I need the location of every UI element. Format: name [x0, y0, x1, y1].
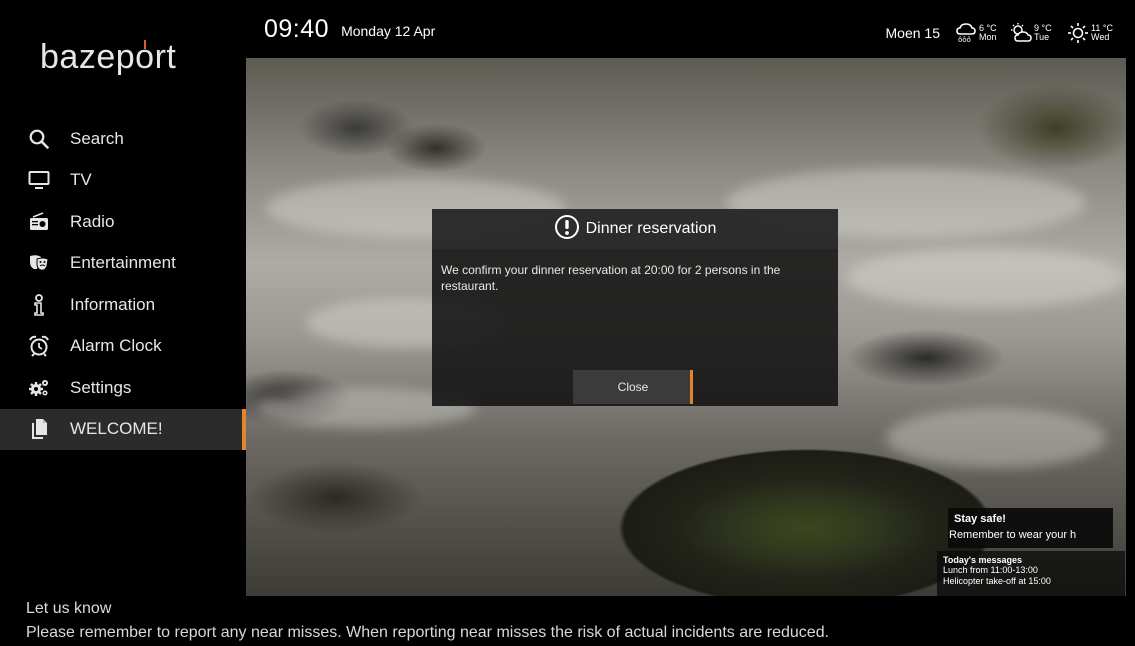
tv-icon	[28, 169, 50, 191]
logo-text-start: bazep	[40, 38, 136, 76]
search-icon	[28, 128, 50, 150]
menu-label: TV	[70, 170, 92, 190]
weather-day: Wed	[1091, 32, 1110, 42]
menu-item-radio[interactable]: Radio	[0, 201, 246, 243]
ticker-title: Let us know	[26, 600, 112, 617]
room-name: Moen 15	[885, 25, 940, 41]
main-menu: Search TV Radio Entertainment Informatio…	[0, 118, 246, 450]
todays-messages-panel: Today's messages Lunch from 11:00-13:00 …	[937, 551, 1125, 596]
cloud-rain-icon: ôôô	[955, 22, 977, 44]
menu-item-settings[interactable]: Settings	[0, 367, 246, 409]
dialog-title: Dinner reservation	[585, 220, 717, 237]
alarm-clock-icon	[28, 335, 50, 357]
reservation-dialog: Dinner reservation We confirm your dinne…	[432, 209, 838, 406]
information-icon	[28, 293, 50, 316]
notice-title: Stay safe!	[954, 513, 1006, 525]
menu-label: WELCOME!	[70, 419, 163, 439]
svg-text:ôôô: ôôô	[958, 36, 971, 44]
menu-item-information[interactable]: Information	[0, 284, 246, 326]
clock-time: 09:40	[264, 14, 330, 43]
logo-text-o: o	[135, 38, 155, 76]
dialog-header: Dinner reservation	[432, 209, 838, 249]
bottom-ticker: Let us know Please remember to report an…	[0, 596, 1135, 646]
menu-item-welcome[interactable]: WELCOME!	[0, 408, 246, 450]
sun-icon	[1067, 22, 1089, 44]
menu-label: Radio	[70, 211, 115, 231]
radio-icon	[28, 211, 50, 233]
top-bar: 09:40 Monday 12 Apr	[246, 0, 1135, 58]
bazeport-logo: bazeport	[40, 38, 176, 77]
menu-label: Search	[70, 128, 124, 148]
menu-item-tv[interactable]: TV	[0, 160, 246, 202]
weather-day-1: ôôô 6 °C Mon	[955, 22, 997, 44]
ticker-text: Please remember to report any near misse…	[26, 624, 830, 641]
message-line: Lunch from 11:00-13:00	[943, 565, 1038, 575]
menu-item-alarm-clock[interactable]: Alarm Clock	[0, 326, 246, 368]
logo-text-end: rt	[154, 38, 177, 76]
alert-icon	[554, 214, 580, 245]
close-button[interactable]: Close	[573, 370, 693, 404]
weather-day: Tue	[1034, 32, 1050, 42]
settings-gears-icon	[28, 377, 50, 399]
weather-day-2: 9 °C Tue	[1010, 22, 1052, 44]
dialog-message: We confirm your dinner reservation at 20…	[441, 263, 781, 293]
message-line: Helicopter take-off at 15:00	[943, 576, 1051, 586]
menu-label: Settings	[70, 377, 132, 397]
sidebar: bazeport Search TV Radio Entertainment I…	[0, 0, 246, 600]
notice-text: Remember to wear your h	[949, 529, 1077, 541]
document-icon	[28, 418, 50, 440]
menu-item-entertainment[interactable]: Entertainment	[0, 243, 246, 285]
menu-label: Alarm Clock	[70, 336, 162, 356]
current-date: Monday 12 Apr	[341, 22, 436, 39]
weather-day: Mon	[979, 32, 997, 42]
menu-label: Information	[70, 294, 156, 314]
theater-masks-icon	[28, 252, 50, 274]
sun-cloud-icon	[1010, 22, 1032, 44]
menu-item-search[interactable]: Search	[0, 118, 246, 160]
stay-safe-notice: Stay safe! Remember to wear your h	[948, 508, 1113, 548]
weather-day-3: 11 °C Wed	[1067, 22, 1113, 44]
todays-messages-title: Today's messages	[943, 555, 1023, 565]
menu-label: Entertainment	[70, 253, 176, 273]
